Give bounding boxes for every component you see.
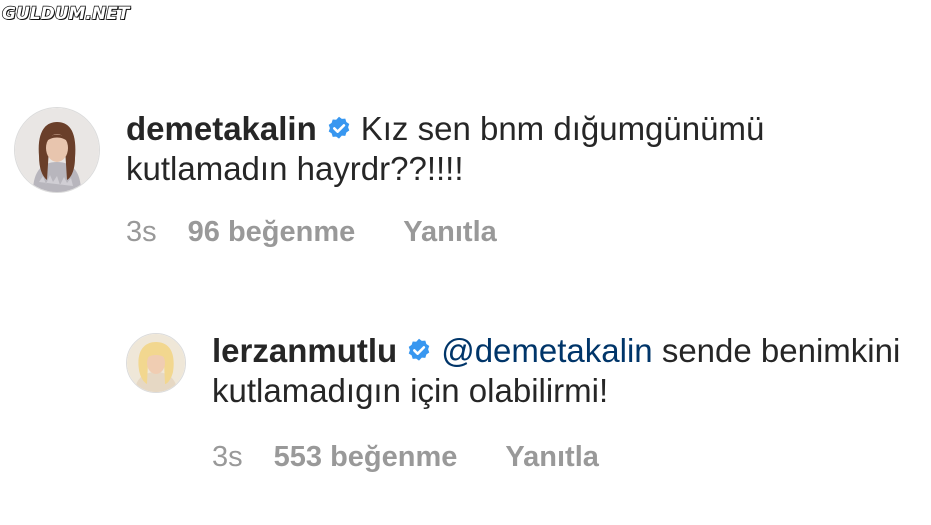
comment-meta: 3s 96 beğenme Yanıtla (126, 216, 886, 249)
reply-button[interactable]: Yanıtla (505, 441, 599, 474)
comment: demetakalin Kız sen bnm dığumgünümü kutla… (14, 107, 886, 249)
comment-meta: 3s 553 beğenme Yanıtla (212, 441, 931, 474)
verified-badge-icon (405, 334, 433, 362)
comment-text: demetakalin Kız sen bnm dığumgünümü kutla… (126, 109, 886, 189)
comment-time: 3s (126, 216, 157, 248)
comment-text: lerzanmutlu @demetakalin sende benimkini … (212, 331, 931, 411)
watermark-logo: GULDUM.NET (1, 3, 130, 24)
avatar-image (127, 334, 185, 392)
likes-count[interactable]: 96 beğenme (188, 216, 356, 249)
comment-reply: lerzanmutlu @demetakalin sende benimkini … (126, 331, 931, 474)
mention-link[interactable]: @demetakalin (441, 332, 652, 369)
likes-count[interactable]: 553 beğenme (274, 441, 458, 474)
username[interactable]: lerzanmutlu (212, 332, 397, 369)
reply-button[interactable]: Yanıtla (403, 216, 497, 249)
avatar[interactable] (126, 333, 186, 393)
username[interactable]: demetakalin (126, 110, 317, 147)
comment-time: 3s (212, 441, 243, 473)
verified-badge-icon (325, 112, 353, 140)
avatar-image (15, 108, 99, 192)
avatar[interactable] (14, 107, 100, 193)
